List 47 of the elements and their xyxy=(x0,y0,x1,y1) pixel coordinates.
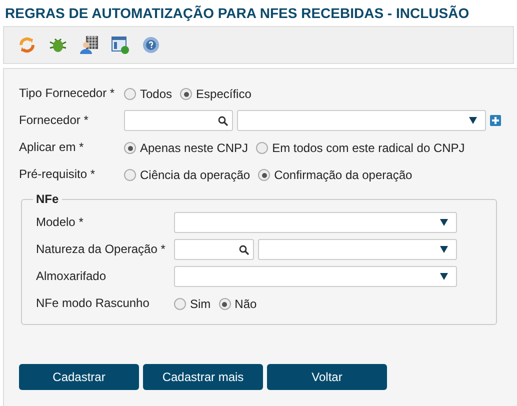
page-title: REGRAS DE AUTOMATIZAÇÃO PARA NFES RECEBIDAS - INCLUSÃO xyxy=(4,4,470,23)
refresh-icon[interactable] xyxy=(18,36,36,54)
radio-label: Específico xyxy=(196,86,252,103)
search-icon xyxy=(218,116,228,126)
search-field[interactable] xyxy=(124,110,233,131)
radio-button[interactable] xyxy=(174,298,186,310)
bug-icon[interactable] xyxy=(49,36,67,54)
field-label: Pré-requisito * xyxy=(19,166,96,183)
field-label: Tipo Fornecedor * xyxy=(19,85,116,102)
dropdown-field[interactable] xyxy=(174,266,457,287)
dropdown-field[interactable] xyxy=(174,212,457,233)
group-title: NFe xyxy=(35,191,60,208)
dropdown-caret-icon xyxy=(440,273,448,280)
radio-button[interactable] xyxy=(180,88,192,100)
field-label: Modelo * xyxy=(36,214,84,231)
field-label: Aplicar em * xyxy=(19,139,85,156)
radio-label: Em todos com este radical do CNPJ xyxy=(272,140,465,157)
action-button[interactable]: Cadastrar mais xyxy=(143,364,263,390)
radio-button[interactable] xyxy=(256,142,268,154)
action-button[interactable]: Voltar xyxy=(267,364,387,390)
radio-label: Ciência da operação xyxy=(140,167,250,184)
radio-button[interactable] xyxy=(124,169,136,181)
field-label: NFe modo Rascunho xyxy=(36,295,150,312)
help-icon[interactable] xyxy=(142,36,160,54)
dropdown-field[interactable] xyxy=(237,110,486,131)
field-label: Fornecedor * xyxy=(19,112,90,129)
dropdown-field[interactable] xyxy=(258,239,457,260)
radio-label: Apenas neste CNPJ xyxy=(140,140,248,157)
user-grid-icon[interactable] xyxy=(80,36,98,54)
radio-button[interactable] xyxy=(124,88,136,100)
radio-label: Todos xyxy=(140,86,172,103)
dropdown-caret-icon xyxy=(440,219,448,226)
action-button[interactable]: Cadastrar xyxy=(19,364,139,390)
form-add-icon[interactable] xyxy=(111,36,129,54)
field-label: Almoxarifado xyxy=(36,268,108,285)
radio-button[interactable] xyxy=(218,298,231,310)
add-icon[interactable] xyxy=(490,115,501,126)
dropdown-caret-icon xyxy=(469,117,477,124)
radio-button[interactable] xyxy=(124,142,136,154)
search-field[interactable] xyxy=(174,239,254,260)
field-label: Natureza da Operação * xyxy=(36,241,166,258)
radio-label: Não xyxy=(234,296,257,313)
radio-label: Sim xyxy=(190,296,211,313)
search-icon xyxy=(239,244,249,254)
dropdown-caret-icon xyxy=(440,246,448,253)
radio-button[interactable] xyxy=(258,169,270,181)
radio-label: Confirmação da operação xyxy=(274,167,412,184)
